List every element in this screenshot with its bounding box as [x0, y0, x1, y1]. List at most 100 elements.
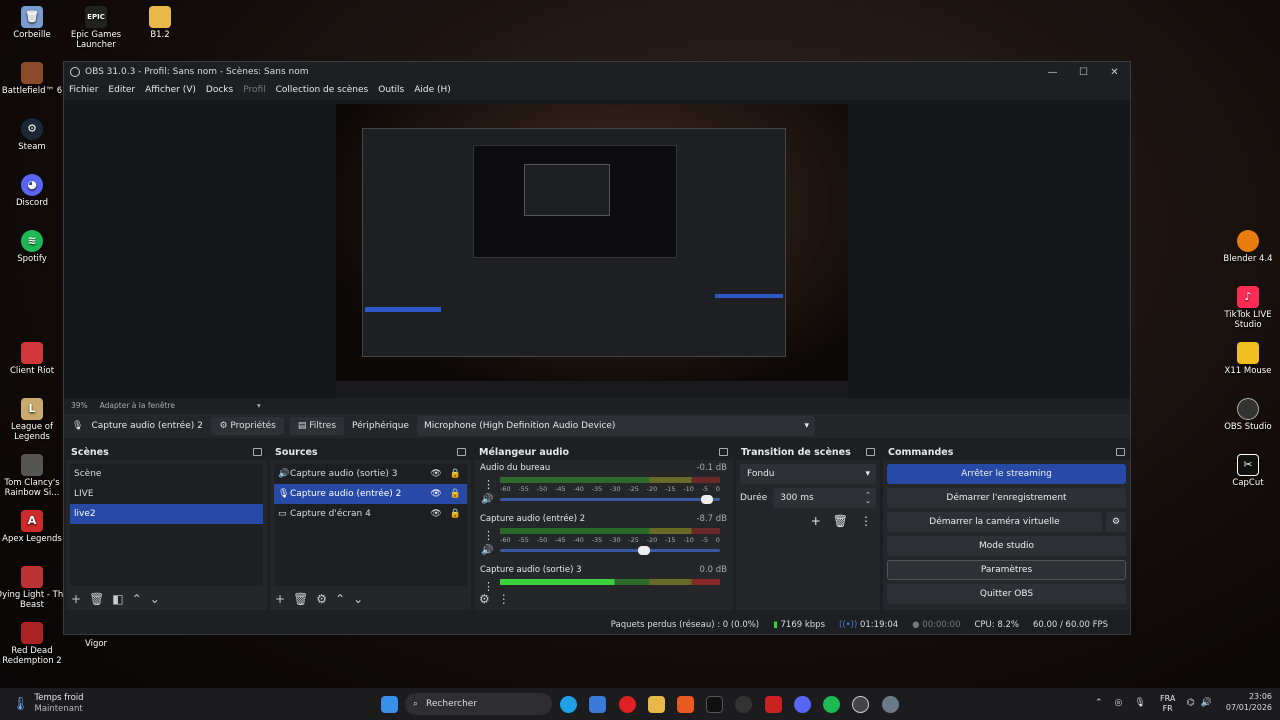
device-select[interactable]: Microphone (High Definition Audio Device… — [416, 416, 815, 436]
desktop-icon-apex[interactable]: A Apex Legends — [0, 510, 69, 545]
search-box[interactable]: ⌕ Rechercher — [405, 693, 552, 715]
menu-docks[interactable]: Docks — [206, 85, 233, 95]
desktop-icon-discord[interactable]: ◕ Discord — [0, 174, 69, 209]
desktop-icon-spotify[interactable]: ≋ Spotify — [0, 230, 69, 265]
start-recording-button[interactable]: Démarrer l'enregistrement — [887, 488, 1126, 508]
add-icon[interactable]: + — [71, 592, 81, 606]
clock[interactable]: 23:06 07/01/2026 — [1226, 692, 1272, 714]
move-down-icon[interactable]: ⌄ — [150, 592, 160, 606]
volume-slider[interactable] — [500, 495, 720, 504]
add-icon[interactable]: + — [275, 592, 285, 606]
gear-icon[interactable]: ⚙ — [316, 592, 327, 606]
stop-streaming-button[interactable]: Arrêter le streaming — [887, 464, 1126, 484]
desktop-icon-steam[interactable]: ⚙ Steam — [0, 118, 69, 153]
quick-settings[interactable]: ⌬ 🔊 — [1187, 698, 1212, 708]
chevron-down-icon[interactable]: ▾ — [257, 401, 261, 410]
move-up-icon[interactable]: ⌃ — [335, 592, 345, 606]
opera-icon[interactable] — [619, 696, 636, 713]
undock-icon[interactable] — [1116, 448, 1125, 456]
undock-icon[interactable] — [866, 448, 875, 456]
source-item[interactable]: 🎙 Capture audio (entrée) 2 👁 🔒 — [274, 484, 467, 504]
exit-obs-button[interactable]: Quitter OBS — [887, 584, 1126, 604]
desktop-icon-blender[interactable]: Blender 4.4 — [1211, 230, 1280, 265]
chevron-up-icon[interactable]: ⌃ — [1095, 698, 1103, 708]
desktop-icon-dying-light[interactable]: Dying Light - The Beast — [0, 566, 69, 611]
undock-icon[interactable] — [457, 448, 466, 456]
transition-select[interactable]: Fondu ▾ — [740, 464, 876, 484]
scene-item[interactable]: live2 — [70, 504, 263, 524]
desktop-icon-vigor[interactable]: Vigor — [59, 639, 133, 650]
close-icon[interactable]: ✕ — [1099, 62, 1130, 82]
edge-icon[interactable] — [560, 696, 577, 713]
volume-knob[interactable] — [637, 546, 650, 555]
menu-editer[interactable]: Editer — [108, 85, 135, 95]
desktop-icon-rainbow-six[interactable]: Tom Clancy's Rainbow Si... — [0, 454, 69, 499]
filters-button[interactable]: ▤ Filtres — [289, 417, 345, 435]
studio-mode-button[interactable]: Mode studio — [887, 536, 1126, 556]
scene-item[interactable]: Scène — [70, 464, 263, 484]
kebab-menu-icon[interactable]: ⋮ — [498, 592, 510, 606]
trash-icon[interactable]: 🗑 — [89, 592, 104, 606]
title-bar[interactable]: OBS 31.0.3 - Profil: Sans nom - Scènes: … — [64, 62, 1130, 82]
mixer-settings-icon[interactable]: ⚙ — [479, 592, 490, 606]
brave-icon[interactable] — [677, 696, 694, 713]
trash-icon[interactable]: 🗑 — [833, 514, 848, 528]
volume-knob[interactable] — [701, 495, 714, 504]
desktop-icon-epic-games[interactable]: EPIC Epic Games Launcher — [59, 6, 133, 51]
app-icon[interactable] — [735, 696, 752, 713]
menu-afficher[interactable]: Afficher (V) — [145, 85, 196, 95]
source-item[interactable]: ▭ Capture d'écran 4 👁 🔒 — [274, 504, 467, 524]
desktop-icon-riot[interactable]: Client Riot — [0, 342, 69, 377]
eye-icon[interactable]: 👁 — [430, 509, 441, 519]
file-explorer-icon[interactable] — [648, 696, 665, 713]
desktop-icon-obs-studio[interactable]: OBS Studio — [1211, 398, 1280, 433]
virtual-camera-settings-button[interactable]: ⚙ — [1106, 512, 1126, 532]
menu-fichier[interactable]: Fichier — [69, 85, 98, 95]
settings-button[interactable]: Paramètres — [887, 560, 1126, 580]
start-virtual-camera-button[interactable]: Démarrer la caméra virtuelle — [887, 512, 1102, 532]
eye-icon[interactable]: 👁 — [430, 489, 441, 499]
lock-icon[interactable]: 🔒 — [450, 469, 461, 479]
obs-icon[interactable] — [852, 696, 869, 713]
microphone-icon[interactable]: 🎙 — [1134, 698, 1145, 708]
game-app-icon[interactable] — [765, 696, 782, 713]
undock-icon[interactable] — [719, 448, 728, 456]
lock-icon[interactable]: 🔒 — [450, 489, 461, 499]
spotify-icon[interactable] — [823, 696, 840, 713]
desktop-icon-b12-folder[interactable]: B1.2 — [123, 6, 197, 41]
add-icon[interactable]: + — [811, 514, 821, 528]
volume-slider[interactable] — [500, 546, 720, 555]
menu-profil[interactable]: Profil — [243, 85, 265, 95]
move-down-icon[interactable]: ⌄ — [353, 592, 363, 606]
volume-icon[interactable]: 🔊 — [481, 494, 493, 505]
move-up-icon[interactable]: ⌃ — [132, 592, 142, 606]
desktop-icon-x11-mouse[interactable]: X11 Mouse — [1211, 342, 1280, 377]
desktop-icon-lol[interactable]: L League of Legends — [0, 398, 69, 443]
discord-icon[interactable] — [794, 696, 811, 713]
lock-icon[interactable]: 🔒 — [450, 509, 461, 519]
spin-arrows-icon[interactable]: ⌃ ⌄ — [865, 491, 871, 504]
minimize-icon[interactable]: — — [1037, 62, 1068, 82]
scene-item[interactable]: LIVE — [70, 484, 263, 504]
volume-icon[interactable]: 🔊 — [481, 545, 493, 556]
properties-button[interactable]: ⚙ Propriétés — [211, 417, 284, 435]
trash-icon[interactable]: 🗑 — [293, 592, 308, 606]
maximize-icon[interactable]: ☐ — [1068, 62, 1099, 82]
scene-filters-icon[interactable]: ◧ — [112, 592, 123, 606]
desktop-icon-battlefield[interactable]: Battlefield™ 6 — [0, 62, 69, 97]
menu-outils[interactable]: Outils — [378, 85, 404, 95]
source-item[interactable]: 🔊 Capture audio (sortie) 3 👁 🔒 — [274, 464, 467, 484]
tray-app-icon[interactable]: ◎ — [1115, 698, 1123, 708]
kebab-menu-icon[interactable]: ⋮ — [860, 514, 872, 528]
menu-collection-scenes[interactable]: Collection de scènes — [276, 85, 369, 95]
desktop-icon-capcut[interactable]: ✂ CapCut — [1211, 454, 1280, 489]
undock-icon[interactable] — [253, 448, 262, 456]
tiktok-icon[interactable] — [706, 696, 723, 713]
kebab-menu-icon[interactable]: ⋮ — [483, 478, 494, 491]
preview-canvas[interactable] — [64, 100, 1130, 398]
menu-aide[interactable]: Aide (H) — [414, 85, 451, 95]
duration-spinbox[interactable]: 300 ms ⌃ ⌄ — [773, 488, 876, 508]
weather-widget[interactable]: 🌡 Temps froid Maintenant — [12, 693, 84, 715]
store-icon[interactable] — [589, 696, 606, 713]
windows-start-icon[interactable] — [381, 696, 398, 713]
